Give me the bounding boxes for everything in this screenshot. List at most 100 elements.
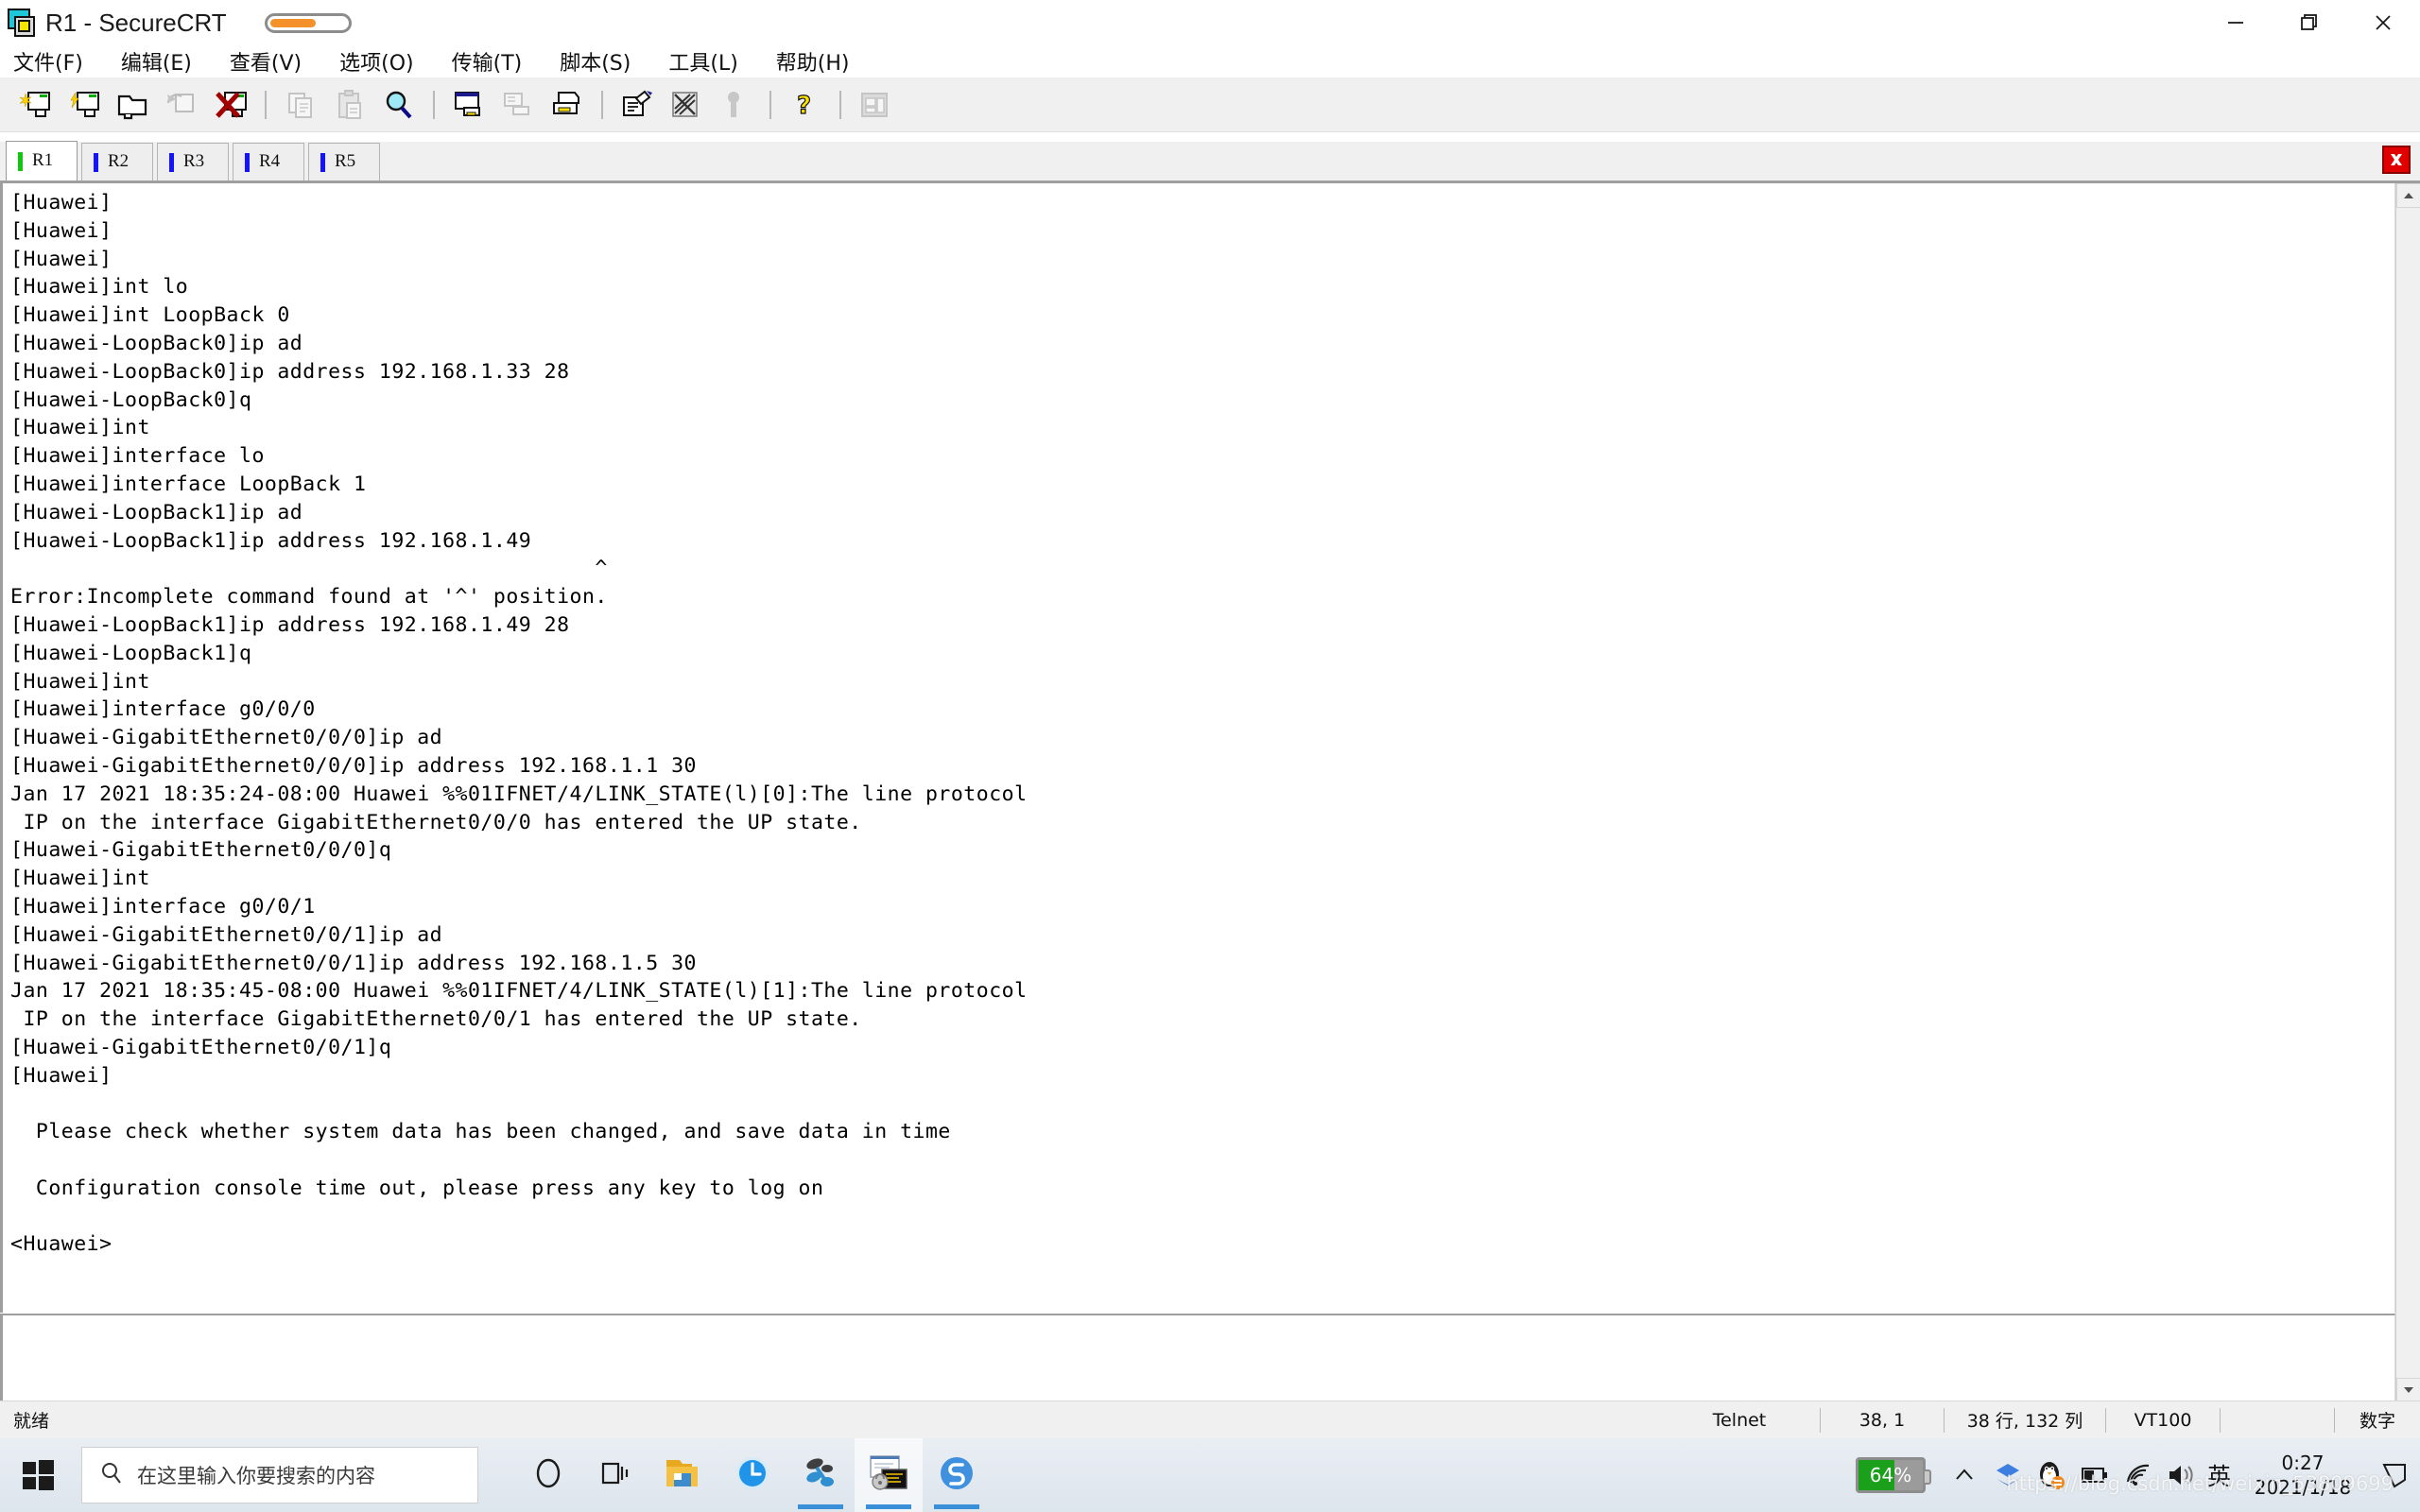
- open-folder-icon: [116, 90, 148, 120]
- reconnect-button[interactable]: [157, 82, 206, 128]
- tab-r2[interactable]: R2: [81, 143, 153, 180]
- sogou-button[interactable]: [1986, 1438, 2030, 1512]
- terminal-line: [Huawei]interface LoopBack 1: [10, 472, 367, 496]
- terminal-line: [Huawei]int LoopBack 0: [10, 303, 290, 328]
- terminal-output[interactable]: [Huawei] [Huawei] [Huawei] [Huawei]int lo [H…: [0, 183, 2395, 1313]
- action-center-button[interactable]: [2369, 1438, 2420, 1512]
- tab-label: R1: [32, 149, 54, 170]
- ensp-button[interactable]: [786, 1438, 855, 1512]
- key-button[interactable]: [711, 82, 760, 128]
- minimize-button[interactable]: [2199, 0, 2273, 45]
- close-button[interactable]: [2346, 0, 2420, 45]
- menu-file[interactable]: 文件(F): [13, 46, 83, 77]
- terminal-line: [Huawei-LoopBack0]ip address 192.168.1.3…: [10, 359, 570, 384]
- show-hidden-icons-button[interactable]: [1943, 1438, 1986, 1512]
- toolbar-separator-4: [769, 90, 771, 119]
- terminal-line: IP on the interface GigabitEthernet0/0/0…: [10, 810, 862, 834]
- toolbar-separator-5: [839, 90, 841, 119]
- terminal-line: [Huawei]: [10, 247, 112, 271]
- battery-cap: [1924, 1469, 1931, 1485]
- status-cursor-position: 38, 1: [1858, 1409, 1906, 1431]
- window-title: R1 - SecureCRT: [45, 8, 227, 37]
- terminal-line: [Huawei-LoopBack0]q: [10, 387, 252, 412]
- print-screen-button[interactable]: [444, 82, 493, 128]
- scrollbar-thumb[interactable]: [2397, 209, 2419, 1296]
- scroll-down-arrow[interactable]: [2396, 1378, 2420, 1402]
- menu-edit[interactable]: 编辑(E): [121, 46, 192, 77]
- network-button[interactable]: [2117, 1438, 2160, 1512]
- terminal-line: ^: [10, 557, 608, 581]
- file-explorer-button[interactable]: [650, 1438, 718, 1512]
- menu-options[interactable]: 选项(O): [339, 46, 413, 77]
- terminal-line: [Huawei]int: [10, 867, 150, 891]
- open-session-button[interactable]: [108, 82, 157, 128]
- edit-session-icon: [621, 90, 653, 120]
- terminal-lower-pane[interactable]: [0, 1314, 2395, 1400]
- paste-button[interactable]: [325, 82, 374, 128]
- tab-r3[interactable]: R3: [157, 143, 229, 180]
- clock-date: 2021/1/18: [2254, 1476, 2352, 1499]
- task-view-button[interactable]: [582, 1438, 650, 1512]
- ime-indicator[interactable]: 英: [2207, 1458, 2231, 1492]
- copy-button[interactable]: [276, 82, 325, 128]
- maximize-restore-button[interactable]: [2273, 0, 2346, 45]
- ensp-icon: [800, 1453, 841, 1498]
- terminal-scrollbar[interactable]: [2395, 183, 2420, 1402]
- menu-tools[interactable]: 工具(L): [668, 46, 737, 77]
- qq-button[interactable]: [2030, 1438, 2073, 1512]
- s-app-icon: [937, 1453, 977, 1498]
- tab-status-indicator: [320, 152, 325, 172]
- session-options-button[interactable]: [662, 82, 711, 128]
- quick-connect-icon: [67, 90, 99, 120]
- keymap-editor-button[interactable]: [851, 82, 900, 128]
- start-button[interactable]: [0, 1438, 78, 1512]
- print-button[interactable]: [543, 82, 592, 128]
- battery-status[interactable]: 64%: [1855, 1457, 1931, 1493]
- tab-r4[interactable]: R4: [233, 143, 304, 180]
- status-ready: 就绪: [13, 1411, 50, 1432]
- securecrt-taskbar-button[interactable]: [855, 1438, 923, 1512]
- toolbar-separator-3: [601, 90, 603, 119]
- menu-script[interactable]: 脚本(S): [560, 46, 631, 77]
- s-app-button[interactable]: [923, 1438, 991, 1512]
- tab-status-indicator: [169, 152, 174, 172]
- scroll-up-arrow[interactable]: [2396, 183, 2420, 208]
- terminal-line: [Huawei]: [10, 191, 112, 215]
- volume-button[interactable]: [2160, 1438, 2204, 1512]
- chevron-up-icon: [2404, 193, 2413, 198]
- quick-connect-button[interactable]: [59, 82, 108, 128]
- qq-penguin-icon: [2039, 1462, 2065, 1489]
- menu-transfer[interactable]: 传输(T): [452, 46, 523, 77]
- clock-app-button[interactable]: [718, 1438, 786, 1512]
- find-button[interactable]: [374, 82, 424, 128]
- edit-session-button[interactable]: [613, 82, 662, 128]
- battery-tray-button[interactable]: [2073, 1438, 2117, 1512]
- menu-help[interactable]: 帮助(H): [776, 46, 850, 77]
- tab-status-indicator: [18, 151, 23, 171]
- terminal-line: [Huawei-GigabitEthernet0/0/0]ip ad: [10, 726, 443, 750]
- taskbar-clock[interactable]: 0:27 2021/1/18: [2237, 1438, 2369, 1512]
- keymap-editor-icon: [859, 90, 891, 120]
- new-session-button[interactable]: [9, 82, 59, 128]
- log-session-button[interactable]: [493, 82, 543, 128]
- help-button[interactable]: ?: [781, 82, 830, 128]
- disconnect-button[interactable]: [206, 82, 255, 128]
- menu-view[interactable]: 查看(V): [230, 46, 302, 77]
- copy-icon: [285, 90, 317, 120]
- key-icon: [719, 90, 752, 120]
- cortana-button[interactable]: [514, 1438, 582, 1512]
- terminal-line: [Huawei-LoopBack1]ip ad: [10, 500, 303, 524]
- wifi-icon: [2126, 1464, 2150, 1486]
- file-explorer-icon: [664, 1454, 705, 1497]
- taskbar-search-box[interactable]: 在这里输入你要搜索的内容: [81, 1447, 478, 1503]
- terminal-line: [Huawei-GigabitEthernet0/0/1]q: [10, 1035, 392, 1059]
- tab-r5[interactable]: R5: [308, 143, 380, 180]
- close-tab-button[interactable]: [2382, 146, 2411, 174]
- search-icon: [99, 1461, 124, 1490]
- terminal-line: [Huawei-LoopBack0]ip ad: [10, 331, 303, 355]
- terminal-line: Please check whether system data has bee…: [10, 1120, 951, 1144]
- tab-r1[interactable]: R1: [6, 141, 78, 180]
- battery-percent: 64%: [1869, 1464, 1912, 1486]
- title-bar: R1 - SecureCRT: [0, 0, 2420, 45]
- menu-bar: 文件(F) 编辑(E) 查看(V) 选项(O) 传输(T) 脚本(S) 工具(L…: [0, 45, 2420, 77]
